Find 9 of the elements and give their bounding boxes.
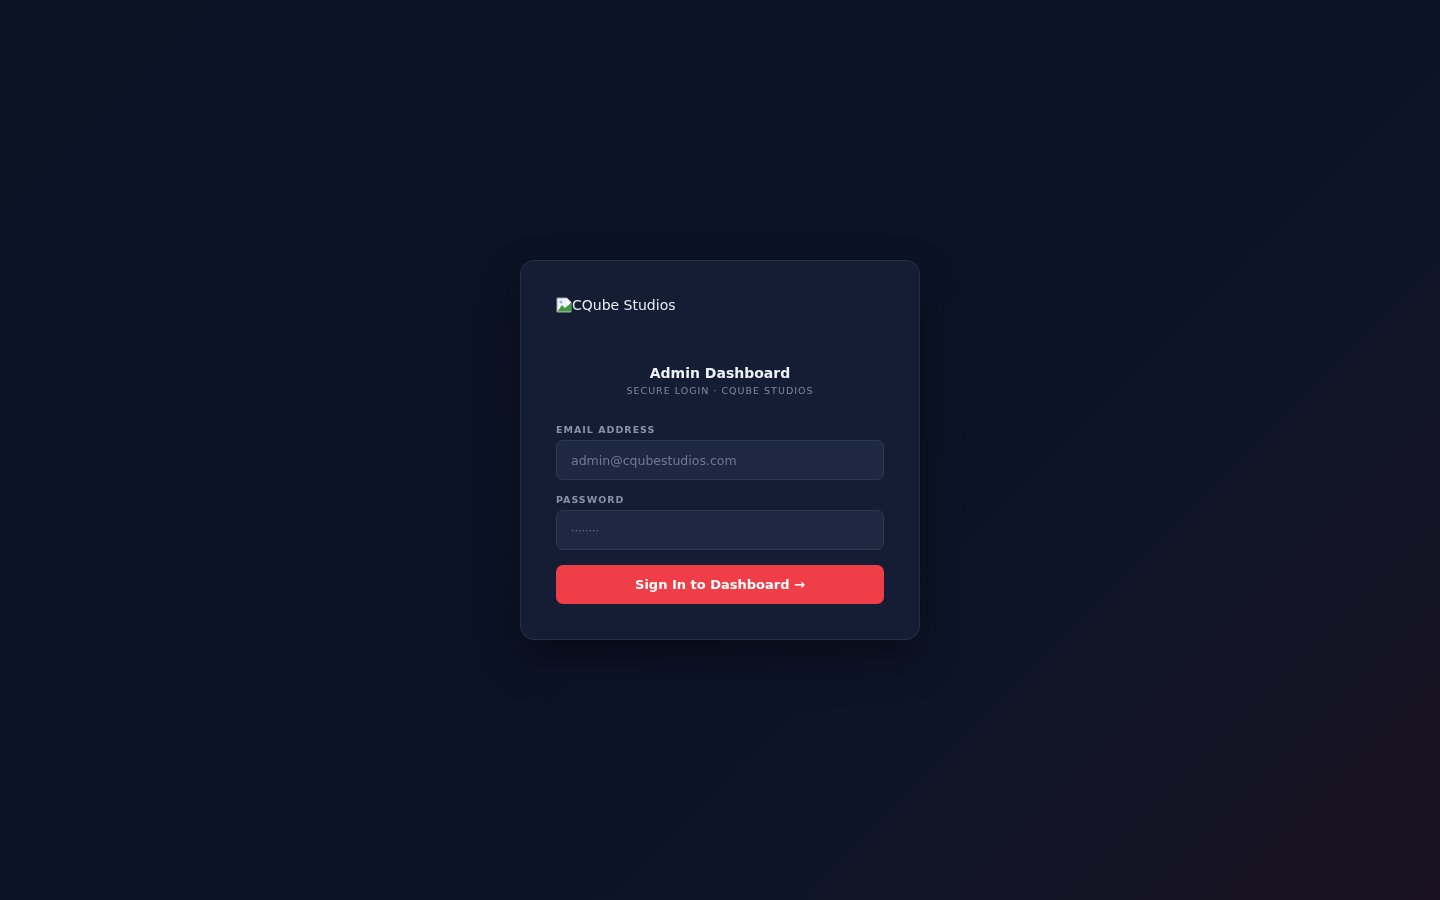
field-label: PASSWORD xyxy=(556,494,625,505)
password-field[interactable]: ········ xyxy=(556,510,884,550)
sign-in-button[interactable]: Sign In to Dashboard → xyxy=(556,565,884,604)
dashboard-title: Admin Dashboard xyxy=(649,365,791,381)
logo-alt-text: CQube Studios xyxy=(572,297,676,313)
field-label: EMAIL ADDRESS xyxy=(556,424,656,435)
email-field[interactable]: admin@cqubestudios.com xyxy=(556,440,884,480)
login-subtitle: SECURE LOGIN · CQUBE STUDIOS xyxy=(626,385,814,396)
broken-image-icon xyxy=(556,297,572,313)
